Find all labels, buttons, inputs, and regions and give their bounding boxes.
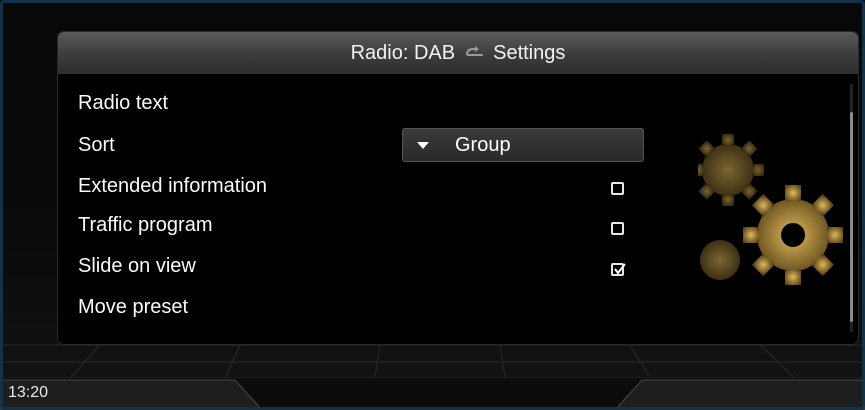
menu-item-radio-text[interactable]: Radio text: [78, 85, 168, 121]
slide-on-view-checkbox[interactable]: [611, 263, 626, 276]
menu-item-sort[interactable]: Sort: [78, 127, 115, 163]
menu-item-slide-on-view[interactable]: Slide on view: [78, 248, 196, 284]
infotainment-screen: Radio: DAB Settings Radio text Sort Grou…: [0, 0, 865, 410]
status-bar: [0, 378, 865, 410]
settings-panel: Radio: DAB Settings Radio text Sort Grou…: [58, 32, 858, 344]
menu-item-label: Extended information: [78, 175, 268, 197]
traffic-program-checkbox[interactable]: [611, 222, 624, 235]
header-title: Settings: [493, 41, 566, 64]
menu-item-label: Traffic program: [78, 214, 213, 236]
sort-value: Group: [455, 134, 511, 156]
sort-dropdown[interactable]: Group: [402, 128, 644, 162]
menu-item-label: Sort: [78, 134, 115, 156]
menu-item-move-preset[interactable]: Move preset: [78, 289, 188, 325]
header-source: Radio: DAB: [350, 41, 456, 64]
dropdown-arrow-icon: [417, 142, 429, 149]
panel-header: Radio: DAB Settings: [58, 32, 858, 74]
menu-item-label: Radio text: [78, 92, 169, 114]
scrollbar-thumb[interactable]: [850, 112, 853, 322]
menu-item-label: Move preset: [78, 296, 189, 318]
menu-item-traffic-program[interactable]: Traffic program: [78, 207, 212, 243]
gears-icon: [698, 134, 843, 285]
checkmark-icon: [614, 263, 626, 275]
menu-item-label: Slide on view: [78, 255, 196, 277]
clock: 13:20: [8, 384, 49, 401]
menu-item-extended-information[interactable]: Extended information: [78, 168, 267, 204]
return-arrow-icon[interactable]: [463, 46, 485, 60]
extended-information-checkbox[interactable]: [611, 182, 624, 195]
